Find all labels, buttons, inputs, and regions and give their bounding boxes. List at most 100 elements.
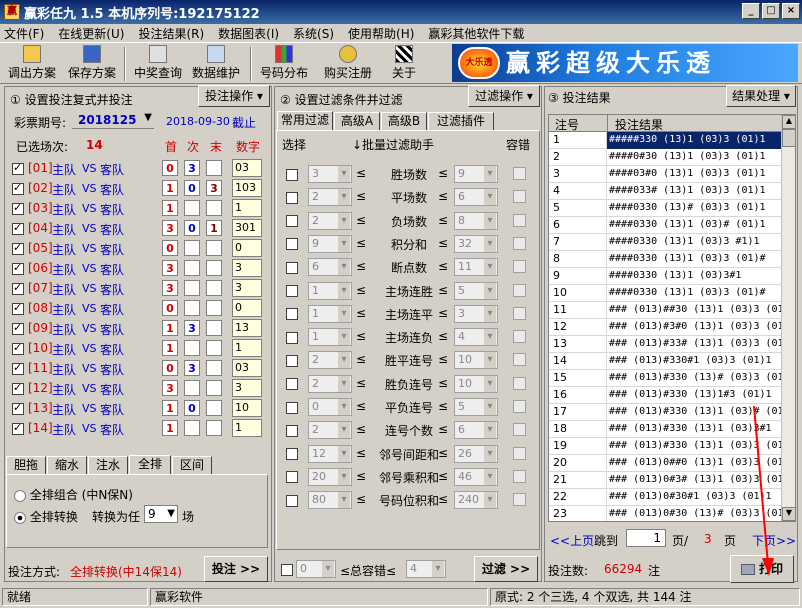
filter-name[interactable]: 邻号乘积和: [374, 469, 444, 486]
tolerance-checkbox[interactable]: [513, 330, 526, 344]
scroll-up-icon[interactable]: ▲: [782, 115, 795, 129]
filter-checkbox[interactable]: [286, 237, 298, 251]
filter-max[interactable]: 10: [454, 351, 498, 370]
pick-last[interactable]: [206, 280, 222, 296]
match-checkbox[interactable]: [12, 321, 24, 335]
save-plan-button[interactable]: 保存方案: [66, 45, 118, 81]
away-team[interactable]: 客队: [100, 401, 124, 418]
digits-input[interactable]: 103: [232, 179, 262, 197]
filter-min[interactable]: 12: [308, 444, 352, 463]
away-team[interactable]: 客队: [100, 321, 124, 338]
tab-advanced-a[interactable]: 高级A: [334, 112, 380, 130]
tab-filter-plugin[interactable]: 过滤插件: [428, 112, 494, 130]
away-team[interactable]: 客队: [100, 261, 124, 278]
pick-last[interactable]: [206, 400, 222, 416]
pick-second[interactable]: 0: [184, 180, 200, 196]
filter-min[interactable]: 2: [308, 421, 352, 440]
filter-checkbox[interactable]: [286, 377, 298, 391]
bet-operation-button[interactable]: 投注操作 ▾: [198, 85, 270, 107]
prev-page-link[interactable]: <<上页: [550, 532, 594, 549]
filter-max[interactable]: 26: [454, 444, 498, 463]
filter-max[interactable]: 6: [454, 421, 498, 440]
tolerance-checkbox[interactable]: [513, 213, 526, 227]
match-checkbox[interactable]: [12, 181, 24, 195]
pick-second[interactable]: [184, 240, 200, 256]
result-row[interactable]: 10 ####0330 (13)1 (03)3 (01)#: [549, 285, 781, 302]
filter-name[interactable]: 平场数: [374, 189, 444, 206]
away-team[interactable]: 客队: [100, 381, 124, 398]
pick-second[interactable]: [184, 380, 200, 396]
digits-input[interactable]: 0: [232, 299, 262, 317]
tolerance-checkbox[interactable]: [513, 376, 526, 390]
match-checkbox[interactable]: [12, 401, 24, 415]
about-button[interactable]: 关于: [384, 45, 424, 81]
filter-checkbox[interactable]: [286, 423, 298, 437]
digits-input[interactable]: 3: [232, 279, 262, 297]
filter-name[interactable]: 积分和: [374, 236, 444, 253]
tab-advanced-b[interactable]: 高级B: [381, 112, 427, 130]
tolerance-checkbox[interactable]: [513, 353, 526, 367]
tolerance-checkbox[interactable]: [513, 260, 526, 274]
batch-filter-helper[interactable]: ↓批量过滤助手: [352, 136, 434, 153]
result-process-button[interactable]: 结果处理 ▾: [726, 85, 796, 107]
result-row[interactable]: 9 ####0330 (13)1 (03)3#1: [549, 268, 781, 285]
filter-min[interactable]: 3: [308, 165, 352, 183]
filter-checkbox[interactable]: [286, 284, 298, 298]
bet-button[interactable]: 投注 >>: [204, 556, 268, 582]
tab-shrink[interactable]: 缩水: [47, 456, 87, 474]
home-team[interactable]: 主队: [52, 221, 76, 238]
home-team[interactable]: 主队: [52, 241, 76, 258]
result-row[interactable]: 14 ### (013)#330#1 (03)3 (01)1: [549, 353, 781, 370]
maximize-button[interactable]: □: [762, 3, 780, 19]
pick-last[interactable]: 3: [206, 180, 222, 196]
home-team[interactable]: 主队: [52, 181, 76, 198]
pick-last[interactable]: 1: [206, 220, 222, 236]
tab-inject[interactable]: 注水: [88, 456, 128, 474]
pick-second[interactable]: [184, 340, 200, 356]
filter-checkbox[interactable]: [286, 470, 298, 484]
digits-input[interactable]: 03: [232, 159, 262, 177]
home-team[interactable]: 主队: [52, 161, 76, 178]
result-row[interactable]: 13 ### (013)#33# (13)1 (03)3 (01)1: [549, 336, 781, 353]
pick-second[interactable]: [184, 420, 200, 436]
menu-charts[interactable]: 数据图表(I): [218, 25, 279, 42]
data-maintenance-button[interactable]: 数据维护: [190, 45, 242, 81]
pick-last[interactable]: [206, 160, 222, 176]
pick-second[interactable]: [184, 280, 200, 296]
tolerance-checkbox[interactable]: [513, 469, 526, 483]
scroll-down-icon[interactable]: ▼: [782, 507, 795, 521]
load-plan-button[interactable]: 调出方案: [6, 45, 58, 81]
pick-last[interactable]: [206, 380, 222, 396]
filter-max[interactable]: 9: [454, 165, 498, 183]
tolerance-checkbox[interactable]: [513, 423, 526, 437]
filter-max[interactable]: 10: [454, 374, 498, 393]
digits-input[interactable]: 3: [232, 259, 262, 277]
pick-first[interactable]: 1: [162, 420, 178, 436]
tolerance-checkbox[interactable]: [513, 400, 526, 413]
home-team[interactable]: 主队: [52, 401, 76, 418]
home-team[interactable]: 主队: [52, 261, 76, 278]
digits-input[interactable]: 0: [232, 239, 262, 257]
filter-min[interactable]: 2: [308, 211, 352, 230]
filter-name[interactable]: 胜平连号: [374, 352, 444, 369]
pick-first[interactable]: 1: [162, 320, 178, 336]
total-tol-max[interactable]: 4: [406, 560, 446, 578]
home-team[interactable]: 主队: [52, 381, 76, 398]
result-row[interactable]: 6 ####0330 (13)1 (03)# (01)1: [549, 217, 781, 234]
digits-input[interactable]: 1: [232, 339, 262, 357]
result-row[interactable]: 8 ####0330 (13)1 (03)3 (01)#: [549, 251, 781, 268]
result-row[interactable]: 12 ### (013)#3#0 (13)1 (03)3 (01)1: [549, 319, 781, 336]
away-team[interactable]: 客队: [100, 361, 124, 378]
result-row[interactable]: 11 ### (013)##30 (13)1 (03)3 (01)1: [549, 302, 781, 319]
result-row[interactable]: 7 ####0330 (13)1 (03)3 #1)1: [549, 234, 781, 251]
tab-range[interactable]: 区间: [172, 456, 212, 474]
filter-min[interactable]: 2: [308, 188, 352, 207]
filter-max[interactable]: 32: [454, 234, 498, 253]
digits-input[interactable]: 10: [232, 399, 262, 417]
digits-input[interactable]: 13: [232, 319, 262, 337]
away-team[interactable]: 客队: [100, 421, 124, 438]
pick-second[interactable]: 3: [184, 160, 200, 176]
radio-full-convert[interactable]: 全排转换: [14, 508, 78, 525]
prize-query-button[interactable]: 中奖查询: [132, 45, 184, 81]
filter-min[interactable]: 20: [308, 467, 352, 486]
